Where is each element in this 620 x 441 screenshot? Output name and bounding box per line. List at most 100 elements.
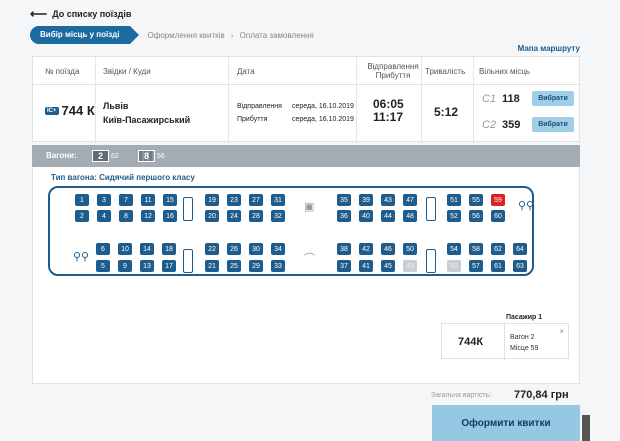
wagon-8-chip[interactable]: 8 56 — [138, 149, 165, 163]
passenger-wagon: Вагон 2 — [510, 334, 535, 341]
seat-35[interactable]: 35 — [337, 194, 351, 206]
seat-54[interactable]: 54 — [447, 243, 461, 255]
seat-42[interactable]: 42 — [359, 243, 373, 255]
seat-62[interactable]: 62 — [491, 243, 505, 255]
seat-43[interactable]: 43 — [381, 194, 395, 206]
step-seat-selection[interactable]: Вибір місць у поїзді — [30, 26, 139, 44]
seat-64[interactable]: 64 — [513, 243, 527, 255]
wagon-seats-count: 62 — [111, 152, 119, 160]
seat-38[interactable]: 38 — [337, 243, 351, 255]
class-row-c2: С2 359 Вибрати — [482, 117, 574, 132]
seat-41[interactable]: 41 — [359, 260, 373, 272]
seat-8[interactable]: 8 — [119, 210, 133, 222]
trip-duration: 5:12 — [434, 105, 459, 119]
seat-61[interactable]: 61 — [491, 260, 505, 272]
seat-36[interactable]: 36 — [337, 210, 351, 222]
route-map-link[interactable]: Мапа маршруту — [518, 44, 580, 53]
seat-16[interactable]: 16 — [163, 210, 177, 222]
seat-11[interactable]: 11 — [141, 194, 155, 206]
seat-17[interactable]: 17 — [162, 260, 176, 272]
header-free-seats: Вільних місць — [479, 66, 531, 76]
seat-55[interactable]: 55 — [469, 194, 483, 206]
seat-30[interactable]: 30 — [249, 243, 263, 255]
seat-3[interactable]: 3 — [97, 194, 111, 206]
seat-44[interactable]: 44 — [381, 210, 395, 222]
seat-24[interactable]: 24 — [227, 210, 241, 222]
seat-5[interactable]: 5 — [96, 260, 110, 272]
seat-19[interactable]: 19 — [205, 194, 219, 206]
total-label: Загальна вартість: — [431, 392, 492, 399]
checkout-steps: Вибір місць у поїзді Оформлення квитків … — [30, 26, 320, 44]
wagon-number: 8 — [138, 150, 156, 162]
seat-25[interactable]: 25 — [227, 260, 241, 272]
back-to-trains-link[interactable]: ⟵ До списку поїздів — [30, 7, 131, 21]
seat-40[interactable]: 40 — [359, 210, 373, 222]
seat-45[interactable]: 45 — [381, 260, 395, 272]
seat-6[interactable]: 6 — [96, 243, 110, 255]
seat-14[interactable]: 14 — [140, 243, 154, 255]
seat-53: 53 — [447, 260, 461, 272]
seat-46[interactable]: 46 — [381, 243, 395, 255]
seat-58[interactable]: 58 — [469, 243, 483, 255]
seat-39[interactable]: 39 — [359, 194, 373, 206]
seat-57[interactable]: 57 — [469, 260, 483, 272]
seat-59[interactable]: 59 — [491, 194, 505, 206]
seat-12[interactable]: 12 — [141, 210, 155, 222]
seat-63[interactable]: 63 — [513, 260, 527, 272]
buy-tickets-button[interactable]: Оформити квитки — [432, 405, 580, 441]
step-ticket-form: Оформлення квитків — [147, 30, 225, 40]
passenger-title: Пасажир 1 — [506, 314, 543, 321]
seat-4[interactable]: 4 — [97, 210, 111, 222]
seat-50[interactable]: 50 — [403, 243, 417, 255]
header-depart-arrive: Відправлення Прибуття — [367, 62, 419, 80]
close-icon[interactable]: × — [559, 327, 564, 336]
scrollbar[interactable] — [582, 415, 590, 441]
seat-21[interactable]: 21 — [205, 260, 219, 272]
seat-28[interactable]: 28 — [249, 210, 263, 222]
seat-10[interactable]: 10 — [118, 243, 132, 255]
choose-c1-button[interactable]: Вибрати — [532, 91, 574, 106]
class-name: С2 — [482, 118, 497, 131]
seat-47[interactable]: 47 — [403, 194, 417, 206]
wagons-label: Вагони: — [46, 151, 77, 160]
seat-56[interactable]: 56 — [469, 210, 483, 222]
seat-18[interactable]: 18 — [162, 243, 176, 255]
seat-49: 49 — [403, 260, 417, 272]
wagon-seats-count: 56 — [157, 152, 165, 160]
train-number: IC+ 744 К — [45, 103, 95, 118]
passenger-train: 744К — [458, 336, 484, 348]
table-row: IC+ 744 К Львів Київ-Пасажирський Відпра… — [33, 85, 579, 143]
seat-13[interactable]: 13 — [140, 260, 154, 272]
seat-52[interactable]: 52 — [447, 210, 461, 222]
passenger-card: 744К Вагон 2 Місце 59 × — [441, 323, 569, 360]
times: 06:05 11:17 — [373, 98, 404, 124]
seat-34[interactable]: 34 — [271, 243, 285, 255]
seat-1[interactable]: 1 — [75, 194, 89, 206]
choose-c2-button[interactable]: Вибрати — [532, 117, 574, 132]
seat-48[interactable]: 48 — [403, 210, 417, 222]
header-duration: Тривалість — [425, 66, 466, 76]
seat-22[interactable]: 22 — [205, 243, 219, 255]
back-label: До списку поїздів — [52, 9, 132, 19]
seat-51[interactable]: 51 — [447, 194, 461, 206]
table-divider — [183, 197, 193, 221]
seat-32[interactable]: 32 — [271, 210, 285, 222]
table-divider — [426, 197, 436, 221]
seat-37[interactable]: 37 — [337, 260, 351, 272]
seat-9[interactable]: 9 — [118, 260, 132, 272]
seat-15[interactable]: 15 — [163, 194, 177, 206]
seat-26[interactable]: 26 — [227, 243, 241, 255]
seat-33[interactable]: 33 — [271, 260, 285, 272]
seat-27[interactable]: 27 — [249, 194, 263, 206]
seat-60[interactable]: 60 — [491, 210, 505, 222]
seat-20[interactable]: 20 — [205, 210, 219, 222]
seat-31[interactable]: 31 — [271, 194, 285, 206]
train-info-table: № поїзда Звідки / Куди Дата Відправлення… — [32, 56, 580, 143]
seat-29[interactable]: 29 — [249, 260, 263, 272]
seat-7[interactable]: 7 — [119, 194, 133, 206]
header-date: Дата — [237, 66, 255, 76]
class-name: С1 — [482, 92, 497, 105]
wagon-2-chip[interactable]: 2 62 — [92, 149, 119, 163]
seat-2[interactable]: 2 — [75, 210, 89, 222]
seat-23[interactable]: 23 — [227, 194, 241, 206]
